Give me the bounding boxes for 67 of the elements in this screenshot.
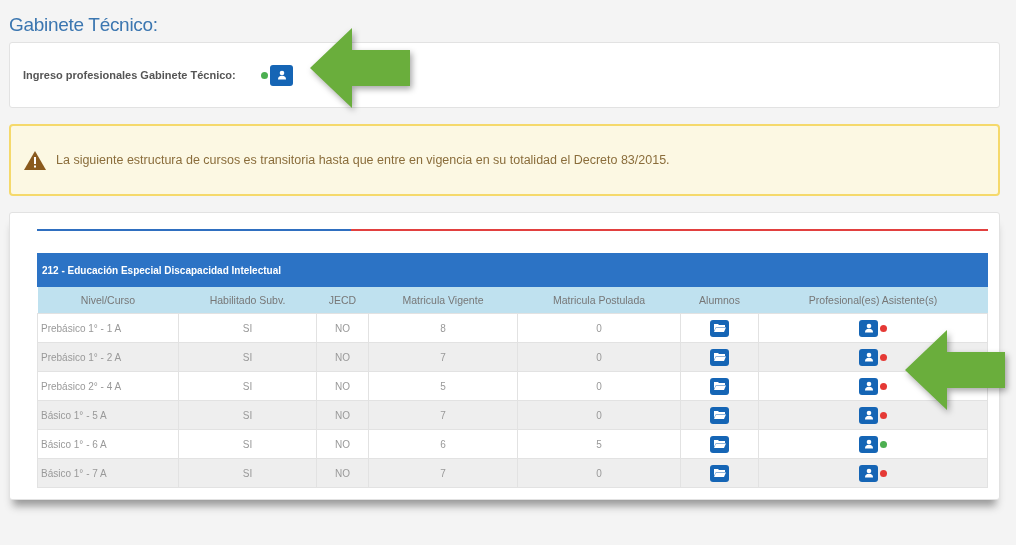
- warning-text: La siguiente estructura de cursos es transitoria hasta que entre en vigencia en su totalidad el Decreto 83/2015.: [56, 153, 670, 167]
- table-cell: 0: [517, 371, 681, 401]
- table-cell: SI: [178, 400, 317, 430]
- table-cell: SI: [178, 429, 317, 459]
- user-button[interactable]: [859, 406, 878, 424]
- table-cell: Básico 1° - 6 A: [37, 429, 179, 459]
- arrow-icon: [905, 330, 1005, 410]
- section-title: Gabinete Técnico:: [9, 13, 159, 37]
- folder-button[interactable]: [710, 464, 729, 482]
- table-cell: 5: [368, 371, 518, 401]
- folder-icon: [713, 323, 726, 333]
- user-icon: [863, 381, 874, 391]
- table-cell: SI: [178, 313, 317, 343]
- table-cell: SI: [178, 371, 317, 401]
- folder-icon: [713, 381, 726, 391]
- table-cell: 0: [517, 400, 681, 430]
- table-cell: SI: [178, 342, 317, 372]
- column-header: Alumnos: [680, 287, 759, 314]
- user-button[interactable]: [859, 435, 878, 453]
- field-label: Ingreso profesionales Gabinete Técnico:: [23, 69, 237, 81]
- column-header: Nivel/Curso: [37, 287, 179, 314]
- user-icon: [863, 439, 874, 449]
- user-button[interactable]: [859, 464, 878, 482]
- user-icon: [863, 410, 874, 420]
- table-cell: 8: [368, 313, 518, 343]
- table-cell: 0: [517, 342, 681, 372]
- arrow-icon: [310, 28, 410, 108]
- column-header: JECD: [316, 287, 369, 314]
- user-button[interactable]: [859, 377, 878, 395]
- user-icon: [863, 352, 874, 362]
- user-icon: [276, 70, 287, 80]
- table-cell: 0: [517, 313, 681, 343]
- user-icon: [863, 323, 874, 333]
- column-header: Matricula Postulada: [517, 287, 681, 314]
- table-cell: 7: [368, 458, 518, 488]
- table-cell: 5: [517, 429, 681, 459]
- table-cell: NO: [316, 371, 369, 401]
- column-header: Habilitado Subv.: [178, 287, 317, 314]
- user-button[interactable]: [859, 348, 878, 366]
- table-cell: NO: [316, 313, 369, 343]
- user-icon: [863, 468, 874, 478]
- table-cell: Prebásico 1° - 1 A: [37, 313, 179, 343]
- table-cell: Prebásico 2° - 4 A: [37, 371, 179, 401]
- table-cell: 7: [368, 342, 518, 372]
- table-cell: 0: [517, 458, 681, 488]
- folder-button[interactable]: [710, 406, 729, 424]
- user-button[interactable]: [270, 64, 293, 86]
- table-cell: Básico 1° - 5 A: [37, 400, 179, 430]
- table-cell: Prebásico 1° - 2 A: [37, 342, 179, 372]
- folder-icon: [713, 410, 726, 420]
- column-header: Profesional(es) Asistente(s): [758, 287, 988, 314]
- column-header: Matricula Vigente: [368, 287, 518, 314]
- folder-button[interactable]: [710, 348, 729, 366]
- folder-icon: [713, 439, 726, 449]
- table-title: 212 - Educación Especial Discapacidad Intelectual: [37, 253, 988, 287]
- user-button[interactable]: [859, 319, 878, 337]
- folder-icon: [713, 468, 726, 478]
- table-cell: 6: [368, 429, 518, 459]
- table-cell: 7: [368, 400, 518, 430]
- folder-button[interactable]: [710, 435, 729, 453]
- table-cell: Básico 1° - 7 A: [37, 458, 179, 488]
- folder-icon: [713, 352, 726, 362]
- warning-icon: [24, 150, 46, 170]
- folder-button[interactable]: [710, 319, 729, 337]
- folder-button[interactable]: [710, 377, 729, 395]
- table-cell: SI: [178, 458, 317, 488]
- table-cell: NO: [316, 429, 369, 459]
